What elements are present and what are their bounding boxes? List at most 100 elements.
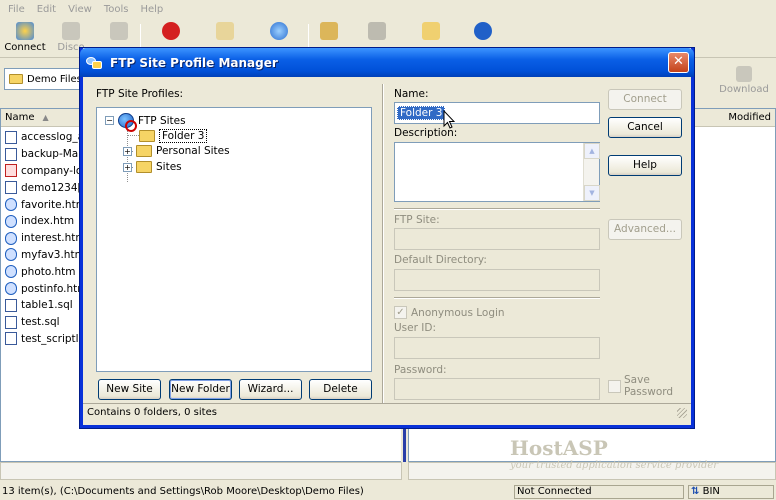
- download-button[interactable]: Download: [714, 64, 774, 104]
- connect-toolbar-label: Connect: [4, 42, 46, 53]
- download-label: Download: [719, 84, 769, 95]
- file-row[interactable]: favorite.htm: [5, 196, 89, 213]
- file-name: backup-Mar: [21, 148, 83, 161]
- html-file-icon: [5, 198, 17, 212]
- default-directory-field[interactable]: [394, 269, 600, 291]
- dialog-title-bar[interactable]: FTP Site Profile Manager ✕: [80, 48, 694, 77]
- options-toolbar-button[interactable]: [198, 20, 252, 42]
- menu-tools[interactable]: Tools: [98, 4, 135, 15]
- file-row[interactable]: company-log: [5, 163, 89, 180]
- options-icon: [216, 22, 234, 40]
- update-toolbar-button[interactable]: [404, 20, 458, 42]
- log-file-icon: [5, 181, 17, 195]
- file-name: test.sql: [21, 316, 60, 329]
- password-field[interactable]: [394, 378, 600, 400]
- connect-button[interactable]: Connect: [608, 89, 682, 110]
- close-icon[interactable]: ✕: [668, 52, 689, 73]
- menu-help[interactable]: Help: [134, 4, 169, 15]
- menu-edit[interactable]: Edit: [31, 4, 62, 15]
- name-field[interactable]: Folder 3: [394, 102, 600, 124]
- ftp-site-profiles-tree[interactable]: − FTP Sites Folder 3 + Personal Sites + …: [96, 107, 372, 372]
- text-file-icon: [5, 315, 17, 329]
- user-id-field[interactable]: [394, 337, 600, 359]
- file-name: postinfo.htm: [21, 282, 88, 295]
- expand-icon[interactable]: +: [123, 146, 132, 156]
- file-row[interactable]: photo.htm: [5, 263, 89, 280]
- folder-icon: [139, 130, 155, 142]
- local-horizontal-scrollbar[interactable]: [0, 462, 402, 480]
- password-label: Password:: [394, 364, 447, 376]
- delete-button[interactable]: Delete: [309, 379, 372, 400]
- resize-grip-icon[interactable]: [677, 408, 687, 418]
- scroll-down-icon[interactable]: ▼: [584, 185, 600, 201]
- support-toolbar-button[interactable]: [350, 20, 404, 42]
- disconnect-icon: [62, 22, 80, 40]
- html-file-icon: [5, 214, 17, 228]
- menu-view[interactable]: View: [62, 4, 98, 15]
- expand-icon[interactable]: +: [123, 162, 132, 172]
- folder-icon: [9, 74, 23, 84]
- help-button[interactable]: Help: [608, 155, 682, 176]
- menu-file[interactable]: File: [2, 4, 31, 15]
- wizard-button[interactable]: Wizard...: [239, 379, 302, 400]
- kb-toolbar-button[interactable]: [302, 20, 356, 42]
- update-icon: [422, 22, 440, 40]
- file-row[interactable]: index.htm: [5, 213, 89, 230]
- file-row[interactable]: test_scriptl.: [5, 331, 89, 348]
- file-row[interactable]: table1.sql: [5, 297, 89, 314]
- cancel-button[interactable]: Cancel: [608, 117, 682, 138]
- save-password-checkbox[interactable]: [608, 380, 621, 393]
- file-row[interactable]: accesslog_a: [5, 129, 89, 146]
- modified-column-label: Modified: [728, 112, 771, 123]
- about-toolbar-button[interactable]: [456, 20, 510, 42]
- log-file-icon: [5, 332, 17, 346]
- globe-icon: [270, 22, 288, 40]
- image-file-icon: [5, 164, 17, 178]
- connect-icon: [16, 22, 34, 40]
- ftp-site-field[interactable]: [394, 228, 600, 250]
- tree-node-personal-sites[interactable]: + Personal Sites: [123, 145, 230, 157]
- transfer-mode-text: BIN: [702, 486, 720, 497]
- watermark-tagline: your trusted application service provide…: [510, 460, 719, 471]
- transfer-mode: ⇅ BIN: [688, 485, 774, 499]
- collapse-icon[interactable]: −: [105, 116, 114, 125]
- file-row[interactable]: demo1234[1: [5, 179, 89, 196]
- file-row[interactable]: postinfo.htm: [5, 280, 89, 297]
- refresh-toolbar-button[interactable]: [92, 20, 146, 42]
- anonymous-login-checkbox[interactable]: ✓: [394, 306, 407, 319]
- html-file-icon: [5, 231, 17, 245]
- watermark-brand: HostASP: [510, 436, 608, 460]
- new-site-button[interactable]: New Site: [98, 379, 161, 400]
- dialog-status-bar: Contains 0 folders, 0 sites: [83, 403, 691, 422]
- description-scrollbar[interactable]: ▲ ▼: [583, 143, 600, 201]
- tree-node-folder-3[interactable]: Folder 3: [139, 129, 208, 143]
- description-field[interactable]: ▲ ▼: [394, 142, 600, 202]
- ftp-app-icon: [86, 55, 104, 71]
- file-row[interactable]: backup-Mar: [5, 146, 89, 163]
- file-name: test_scriptl.: [21, 332, 82, 345]
- name-field-value: Folder 3: [397, 106, 446, 120]
- file-name: myfav3.htm: [21, 248, 85, 261]
- ulsite-toolbar-button[interactable]: [252, 20, 306, 42]
- field-separator: [394, 297, 600, 299]
- file-row[interactable]: myfav3.htm: [5, 247, 89, 264]
- anonymous-login-label: Anonymous Login: [411, 307, 505, 319]
- name-column-label: Name: [5, 112, 35, 123]
- file-row[interactable]: interest.htm: [5, 230, 89, 247]
- support-icon: [368, 22, 386, 40]
- tree-node-ftp-sites[interactable]: − FTP Sites: [105, 113, 186, 132]
- watermark-logo: HostASP your trusted application service…: [510, 436, 718, 471]
- file-row[interactable]: test.sql: [5, 314, 89, 331]
- new-folder-button[interactable]: New Folder: [169, 379, 232, 400]
- html-file-icon: [5, 282, 17, 296]
- tree-root-label: FTP Sites: [138, 114, 186, 127]
- scroll-up-icon[interactable]: ▲: [584, 143, 600, 159]
- advanced-button[interactable]: Advanced...: [608, 219, 682, 240]
- file-name: accesslog_a: [21, 131, 85, 144]
- folder-icon: [136, 145, 152, 157]
- tree-connector: [127, 135, 139, 136]
- tree-node-sites[interactable]: + Sites: [123, 161, 182, 173]
- html-file-icon: [5, 265, 17, 279]
- stop-toolbar-button[interactable]: [144, 20, 198, 42]
- save-password-label: Save Password: [624, 374, 674, 398]
